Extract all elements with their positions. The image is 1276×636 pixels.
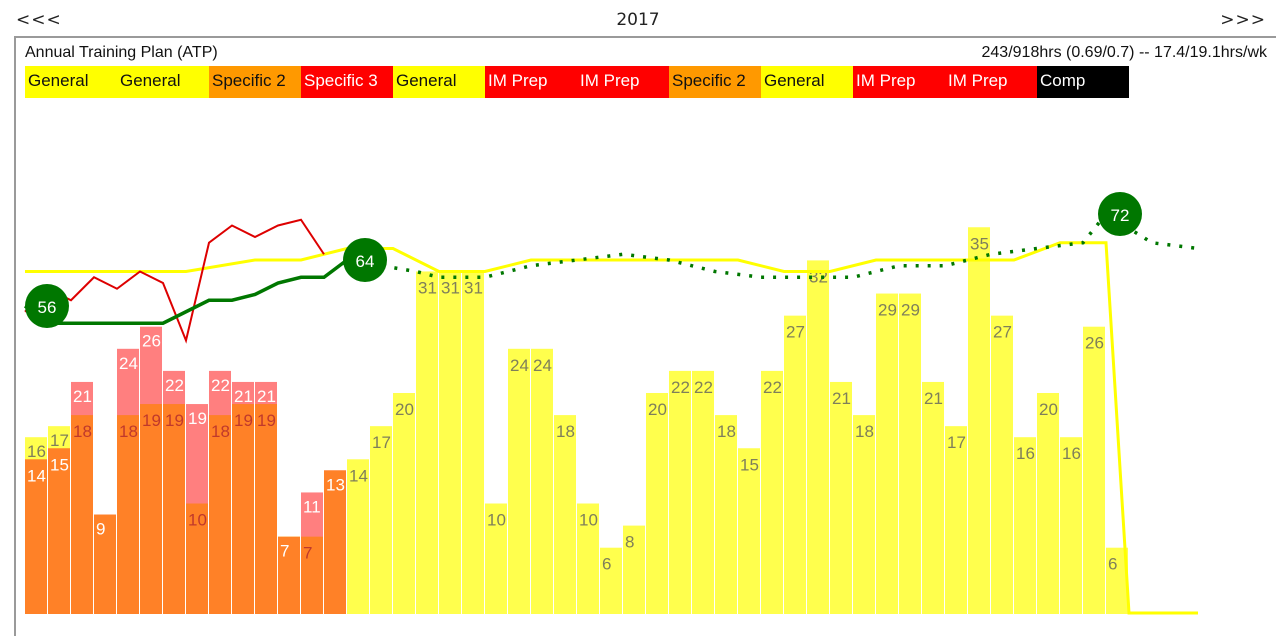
planned-label: 7: [280, 542, 289, 561]
planned-label: 27: [786, 323, 805, 342]
fitness-marker-label: 64: [356, 252, 375, 271]
actual-label: 14: [27, 466, 46, 485]
planned-label: 21: [257, 387, 276, 406]
planned-label: 16: [1016, 444, 1035, 463]
planned-label: 16: [27, 442, 46, 461]
actual-bar[interactable]: [163, 404, 185, 614]
planned-label: 10: [487, 511, 506, 530]
planned-label: 13: [326, 475, 345, 494]
actual-label: 18: [211, 422, 230, 441]
actual-bar[interactable]: [232, 404, 254, 614]
planned-label: 21: [234, 387, 253, 406]
planned-label: 22: [694, 378, 713, 397]
actual-label: 15: [50, 455, 69, 474]
planned-bar[interactable]: [370, 426, 392, 614]
planned-label: 17: [50, 431, 69, 450]
planned-label: 29: [901, 301, 920, 320]
planned-label: 6: [1108, 555, 1117, 574]
fitness-marker-label: 72: [1111, 206, 1130, 225]
planned-label: 20: [648, 400, 667, 419]
planned-label: 31: [418, 278, 437, 297]
planned-bar[interactable]: [1014, 437, 1036, 614]
planned-label: 31: [441, 278, 460, 297]
planned-bar[interactable]: [439, 271, 461, 614]
planned-label: 20: [1039, 400, 1058, 419]
planned-label: 15: [740, 455, 759, 474]
actual-label: 19: [142, 411, 161, 430]
planned-label: 29: [878, 301, 897, 320]
planned-bar[interactable]: [853, 415, 875, 614]
planned-bar[interactable]: [830, 381, 852, 614]
planned-label: 31: [464, 278, 483, 297]
planned-label: 14: [349, 466, 368, 485]
planned-bar[interactable]: [1060, 437, 1082, 614]
planned-label: 18: [855, 422, 874, 441]
planned-label: 21: [832, 389, 851, 408]
planned-label: 24: [510, 356, 529, 375]
planned-bar[interactable]: [715, 415, 737, 614]
planned-label: 35: [970, 234, 989, 253]
planned-bar[interactable]: [945, 426, 967, 614]
planned-label: 17: [372, 433, 391, 452]
planned-label: 22: [763, 378, 782, 397]
planned-label: 22: [211, 376, 230, 395]
planned-label: 8: [625, 533, 634, 552]
planned-bar[interactable]: [669, 370, 691, 614]
planned-label: 19: [188, 409, 207, 428]
planned-label: 27: [993, 323, 1012, 342]
planned-bar[interactable]: [968, 227, 990, 614]
actual-bar[interactable]: [71, 415, 93, 614]
planned-label: 9: [96, 520, 105, 539]
actual-bar[interactable]: [209, 415, 231, 614]
weekly-bars: 1614171521189241826192219 191022182119211…: [25, 227, 1128, 614]
planned-bar[interactable]: [646, 393, 668, 614]
actual-label: 18: [119, 422, 138, 441]
actual-bar[interactable]: [117, 415, 139, 614]
planned-label: 16: [1062, 444, 1081, 463]
planned-bar[interactable]: [991, 315, 1013, 614]
planned-bar[interactable]: [876, 293, 898, 614]
planned-label: 24: [119, 354, 138, 373]
planned-label: 21: [73, 387, 92, 406]
planned-label: 20: [395, 400, 414, 419]
planned-bar[interactable]: [531, 348, 553, 614]
planned-label: 11: [303, 497, 321, 516]
actual-label: 19: [234, 411, 253, 430]
planned-bar[interactable]: [899, 293, 921, 614]
actual-label: 19: [257, 411, 276, 430]
planned-label: 24: [533, 356, 552, 375]
planned-bar[interactable]: [508, 348, 530, 614]
fitness-marker-label: 56: [38, 298, 57, 317]
planned-bar[interactable]: [393, 393, 415, 614]
planned-label: 6: [602, 555, 611, 574]
planned-bar[interactable]: [554, 415, 576, 614]
actual-bar[interactable]: [255, 404, 277, 614]
planned-bar[interactable]: [692, 370, 714, 614]
actual-label: 18: [73, 422, 92, 441]
planned-label: 18: [556, 422, 575, 441]
planned-bar[interactable]: [1083, 326, 1105, 614]
planned-label: 26: [1085, 334, 1104, 353]
atp-chart: 1614171521189241826192219 191022182119211…: [23, 192, 1199, 615]
planned-label: 21: [924, 389, 943, 408]
planned-bar[interactable]: [784, 315, 806, 614]
planned-bar[interactable]: [807, 260, 829, 614]
planned-label: 10: [579, 511, 598, 530]
planned-bar[interactable]: [416, 271, 438, 614]
planned-label: 18: [717, 422, 736, 441]
planned-bar[interactable]: [922, 381, 944, 614]
planned-label: 22: [671, 378, 690, 397]
actual-bar[interactable]: [140, 404, 162, 614]
planned-label: 26: [142, 332, 161, 351]
fitness-line: [23, 258, 349, 325]
planned-bar[interactable]: [1037, 393, 1059, 614]
planned-bar[interactable]: [462, 271, 484, 614]
actual-label: 10: [188, 511, 207, 530]
actual-label: 19: [165, 411, 184, 430]
actual-label: 7: [303, 544, 312, 563]
planned-bar[interactable]: [761, 370, 783, 614]
planned-label: 22: [165, 376, 184, 395]
planned-label: 17: [947, 433, 966, 452]
